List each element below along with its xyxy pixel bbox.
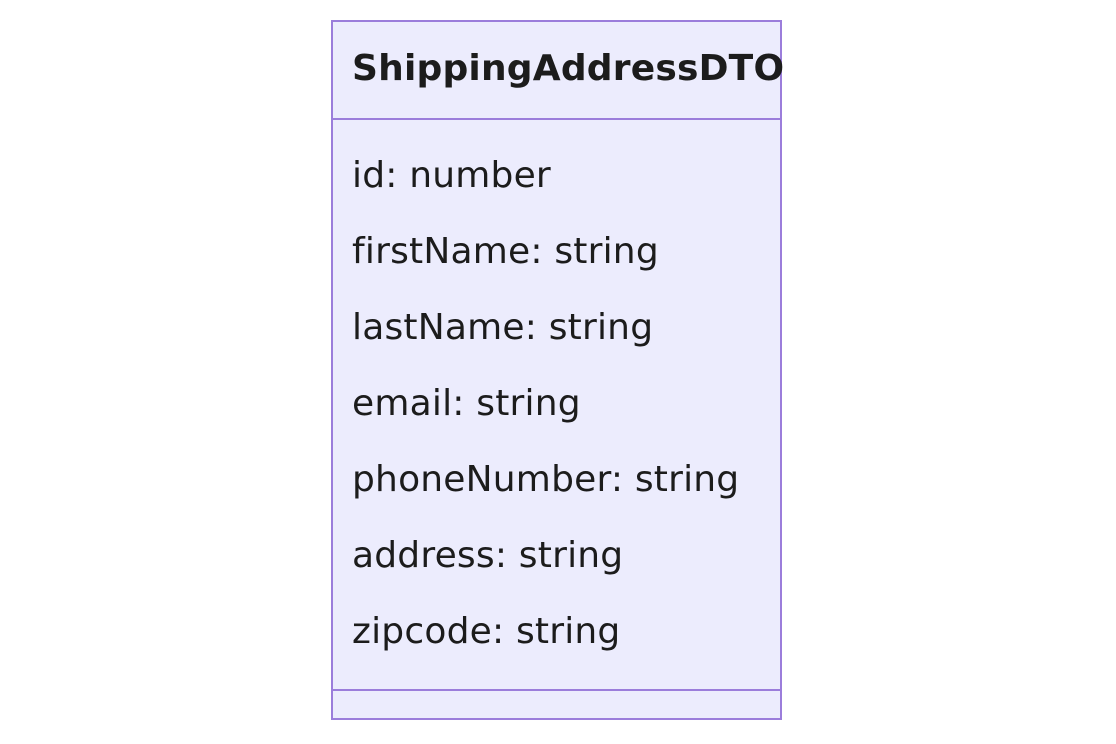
class-box-shipping-address-dto: ShippingAddressDTO id: number firstName:… — [331, 20, 784, 720]
attribute-phone-number: phoneNumber: string — [352, 459, 740, 500]
attribute-last-name: lastName: string — [352, 307, 654, 348]
attribute-compartment: id: number firstName: string lastName: s… — [333, 120, 780, 691]
class-title: ShippingAddressDTO — [352, 48, 785, 89]
attribute-first-name: firstName: string — [352, 231, 659, 272]
attribute-address: address: string — [352, 535, 624, 576]
method-compartment — [333, 691, 780, 720]
attribute-id: id: number — [352, 155, 551, 196]
attribute-email: email: string — [352, 383, 581, 424]
attribute-zipcode: zipcode: string — [352, 611, 621, 652]
class-header: ShippingAddressDTO — [333, 22, 784, 120]
